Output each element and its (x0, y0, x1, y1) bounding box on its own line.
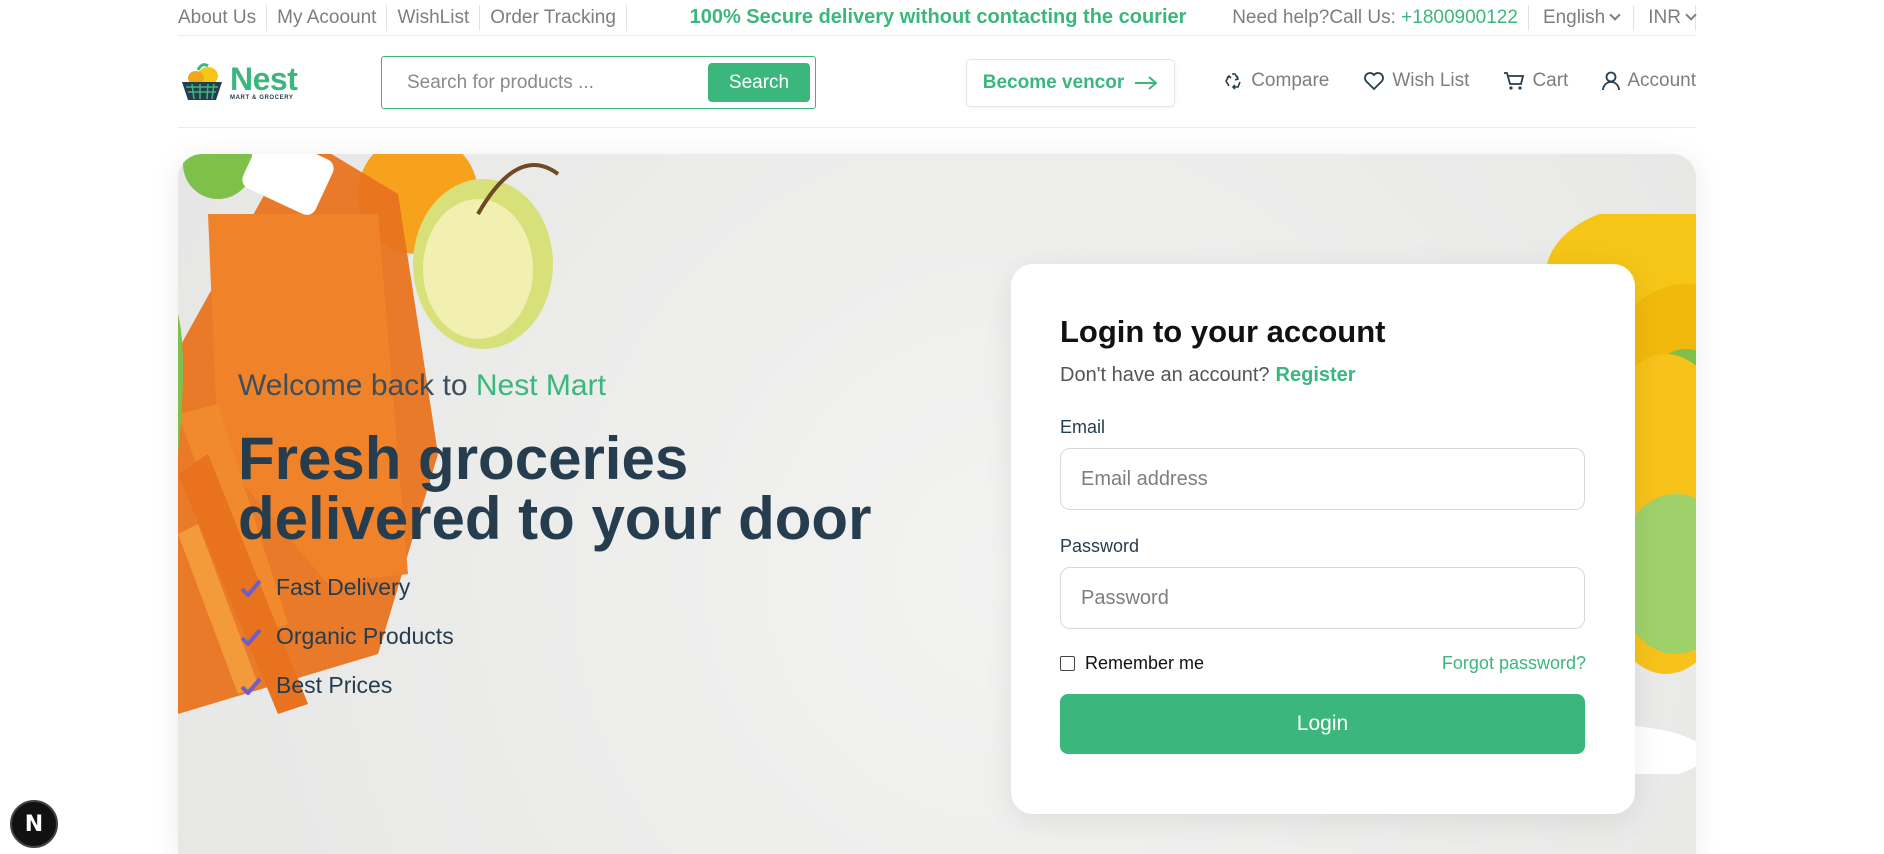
wishlist-label: Wish List (1392, 70, 1470, 91)
my-account-link[interactable]: My Acoount (267, 4, 388, 31)
welcome-prefix: Welcome back to (238, 369, 476, 402)
password-field[interactable] (1060, 567, 1585, 629)
login-options: Remember me Forgot password? (1060, 653, 1586, 674)
check-icon (240, 677, 262, 695)
check-icon (240, 579, 262, 597)
check-icon (240, 628, 262, 646)
currency-dropdown[interactable]: INR (1634, 4, 1697, 31)
feature-item: Best Prices (240, 672, 454, 699)
feature-label: Fast Delivery (276, 574, 411, 600)
logo[interactable]: Nest MART & GROCERY (178, 61, 298, 102)
feature-label: Best Prices (276, 672, 393, 698)
promo-text: 100% Secure delivery without contacting … (689, 6, 1187, 28)
phone-number[interactable]: +1800900122 (1401, 7, 1518, 28)
search-input[interactable] (382, 71, 702, 94)
main-header: Nest MART & GROCERY Search Become vencor… (178, 36, 1696, 128)
account-action[interactable]: Account (1602, 70, 1696, 92)
password-label: Password (1060, 536, 1140, 556)
search-bar: Search (381, 56, 816, 109)
remember-me[interactable]: Remember me (1060, 653, 1204, 674)
feature-list: Fast Delivery Organic Products Best Pric… (240, 574, 454, 721)
recycle-icon (1225, 73, 1241, 90)
order-tracking-link[interactable]: Order Tracking (480, 4, 627, 31)
arrow-right-icon (1135, 76, 1158, 90)
become-vendor-button[interactable]: Become vencor (966, 59, 1175, 107)
wishlist-action[interactable]: Wish List (1363, 70, 1469, 92)
chevron-down-icon (1685, 9, 1697, 21)
dev-badge[interactable]: N (10, 800, 58, 848)
cart-action[interactable]: Cart (1503, 70, 1568, 92)
feature-item: Fast Delivery (240, 574, 454, 601)
top-links: About Us My Acoount WishList Order Track… (178, 4, 627, 31)
remember-checkbox[interactable] (1060, 656, 1075, 671)
header-actions: Compare Wish List Cart Account (1224, 70, 1696, 92)
no-account-text: Don't have an account? (1060, 364, 1270, 386)
help-text: Need help?Call Us: (1232, 6, 1402, 28)
logo-name: Nest (230, 61, 298, 97)
wishlist-link[interactable]: WishList (387, 4, 481, 31)
cart-label: Cart (1532, 70, 1569, 91)
currency-value: INR (1648, 6, 1681, 28)
hero-headline: Fresh groceries delivered to your door (238, 425, 872, 552)
chevron-down-icon (1609, 9, 1621, 21)
account-label: Account (1627, 70, 1696, 91)
compare-action[interactable]: Compare (1224, 70, 1329, 92)
register-link[interactable]: Register (1276, 364, 1356, 386)
feature-label: Organic Products (276, 623, 454, 649)
language-dropdown[interactable]: English (1529, 4, 1635, 31)
forgot-password-link[interactable]: Forgot password? (1442, 653, 1586, 674)
hero-banner: Welcome back to Nest Mart Fresh grocerie… (178, 154, 1696, 854)
login-title: Login to your account (1060, 314, 1386, 349)
top-bar: About Us My Acoount WishList Order Track… (178, 0, 1697, 36)
email-label: Email (1060, 417, 1106, 437)
feature-item: Organic Products (240, 623, 454, 650)
about-us-link[interactable]: About Us (178, 4, 268, 31)
cart-icon (1504, 72, 1525, 90)
compare-label: Compare (1251, 70, 1330, 91)
welcome-brand: Nest Mart (475, 369, 606, 402)
login-card: Login to your account Don't have an acco… (1011, 264, 1635, 814)
remember-label: Remember me (1085, 653, 1205, 673)
user-icon (1602, 71, 1621, 91)
language-value: English (1542, 6, 1606, 28)
welcome-text: Welcome back to Nest Mart (238, 369, 606, 403)
heart-icon (1364, 72, 1385, 91)
email-field[interactable] (1060, 448, 1585, 510)
register-prompt: Don't have an account? Register (1060, 364, 1586, 387)
logo-tagline: MART & GROCERY (230, 95, 294, 101)
become-vendor-label: Become vencor (982, 72, 1125, 93)
basket-logo-icon (182, 63, 222, 100)
login-button[interactable]: Login (1060, 694, 1585, 754)
help-contact: Need help?Call Us: +1800900122 (1232, 4, 1529, 31)
search-button[interactable]: Search (708, 63, 810, 102)
